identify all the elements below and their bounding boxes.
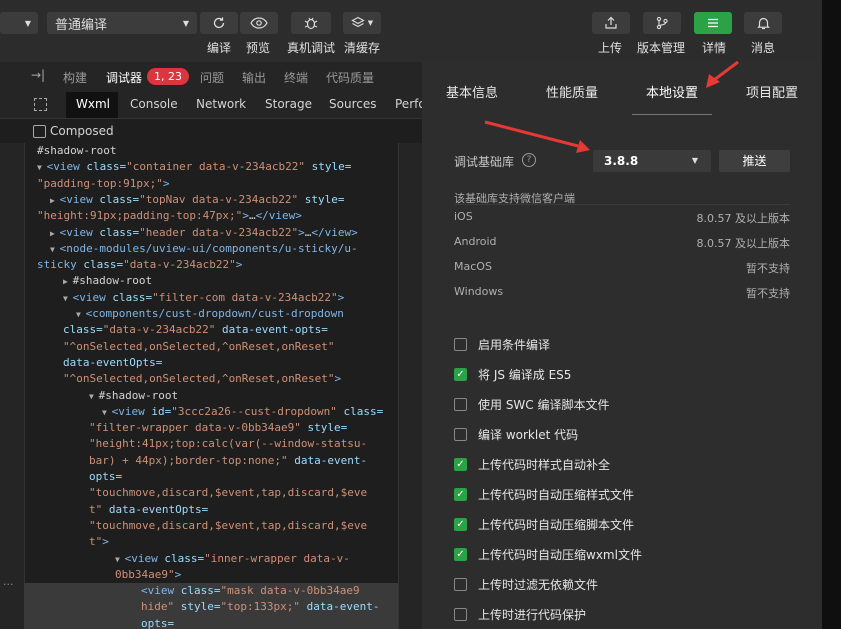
background-window-edge bbox=[822, 0, 841, 629]
annotation-arrows bbox=[484, 60, 739, 153]
arrow-head-icon bbox=[576, 140, 590, 153]
annotation-arrow-version bbox=[484, 120, 579, 148]
annotation-arrow-tab bbox=[713, 60, 739, 82]
